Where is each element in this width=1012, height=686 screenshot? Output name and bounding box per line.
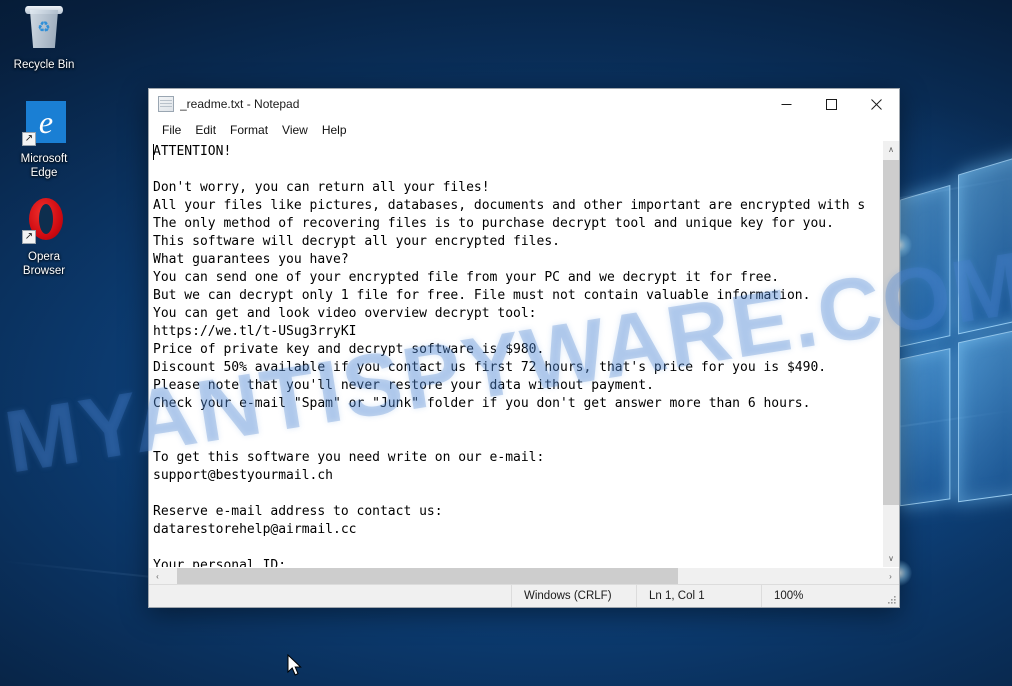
text-caret <box>153 144 154 160</box>
menu-item-file[interactable]: File <box>155 121 188 139</box>
desktop-icon-label-line1: Opera <box>6 250 82 264</box>
menu-bar[interactable]: File Edit Format View Help <box>149 119 899 141</box>
recycle-bin-icon: ♻ <box>20 4 68 54</box>
editor-area: ATTENTION! Don't worry, you can return a… <box>149 141 899 567</box>
desktop-icon-label-line2: Browser <box>6 264 82 278</box>
status-bar-spacer <box>149 585 511 607</box>
minimize-button[interactable] <box>764 90 809 119</box>
maximize-button[interactable] <box>809 90 854 119</box>
horizontal-scroll-thumb[interactable] <box>177 568 678 584</box>
status-bar: Windows (CRLF) Ln 1, Col 1 100% <box>149 584 899 607</box>
opera-browser-icon: ↗ <box>20 196 68 246</box>
desktop-icon-microsoft-edge[interactable]: e ↗ Microsoft Edge <box>6 98 82 180</box>
notepad-icon <box>158 96 174 112</box>
menu-item-view[interactable]: View <box>275 121 315 139</box>
scroll-left-button[interactable]: ‹ <box>149 568 166 584</box>
scroll-down-button[interactable]: ∨ <box>883 550 899 567</box>
shortcut-arrow-icon: ↗ <box>22 230 36 244</box>
status-encoding: Windows (CRLF) <box>511 585 636 607</box>
desktop-icon-opera-browser[interactable]: ↗ Opera Browser <box>6 196 82 278</box>
close-button[interactable] <box>854 90 899 119</box>
status-zoom-level: 100% <box>761 585 883 607</box>
scroll-right-button[interactable]: › <box>882 568 899 584</box>
edge-browser-icon: e ↗ <box>20 98 68 148</box>
menu-item-help[interactable]: Help <box>315 121 354 139</box>
vertical-scroll-thumb[interactable] <box>883 160 899 505</box>
ransom-note-text[interactable]: ATTENTION! Don't worry, you can return a… <box>153 143 882 567</box>
horizontal-scrollbar[interactable]: ‹ › <box>149 567 899 584</box>
menu-item-format[interactable]: Format <box>223 121 275 139</box>
desktop-icon-label-line2: Edge <box>6 166 82 180</box>
window-title: _readme.txt - Notepad <box>180 97 764 111</box>
status-cursor-position: Ln 1, Col 1 <box>636 585 761 607</box>
desktop-icon-label: Recycle Bin <box>6 58 82 72</box>
text-editor[interactable]: ATTENTION! Don't worry, you can return a… <box>149 141 882 567</box>
window-titlebar[interactable]: _readme.txt - Notepad <box>149 89 899 119</box>
vertical-scrollbar[interactable]: ∧ ∨ <box>882 141 899 567</box>
scroll-up-button[interactable]: ∧ <box>883 141 899 158</box>
shortcut-arrow-icon: ↗ <box>22 132 36 146</box>
desktop-icon-recycle-bin[interactable]: ♻ Recycle Bin <box>6 4 82 72</box>
notepad-window[interactable]: _readme.txt - Notepad File Edit Format V… <box>148 88 900 608</box>
vertical-scroll-track[interactable] <box>883 158 899 550</box>
desktop-icon-label-line1: Microsoft <box>6 152 82 166</box>
resize-grip[interactable] <box>883 585 899 607</box>
menu-item-edit[interactable]: Edit <box>188 121 223 139</box>
horizontal-scroll-track[interactable] <box>166 568 882 584</box>
